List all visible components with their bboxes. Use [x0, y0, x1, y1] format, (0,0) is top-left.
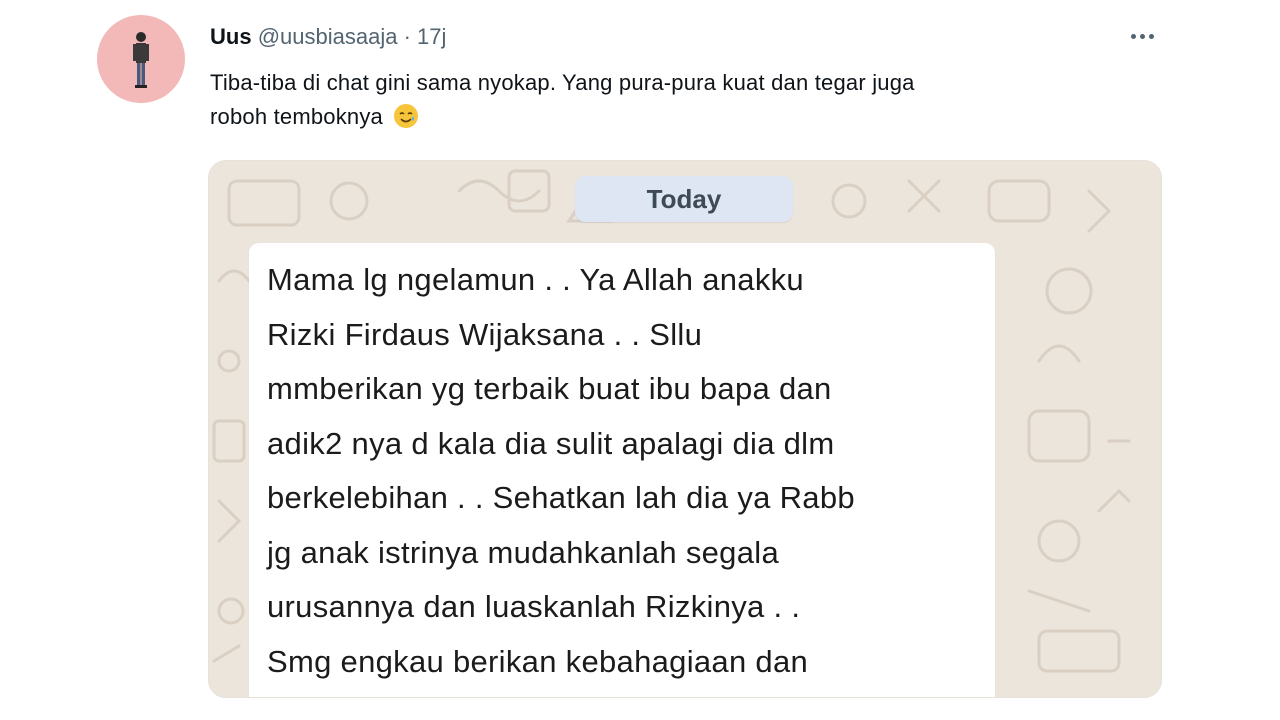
more-dot-icon [1139, 33, 1145, 39]
tweet-header: Uus @uusbiasaaja · 17j [210, 22, 446, 52]
date-chip: Today [575, 176, 793, 222]
message-line: mmberikan yg terbaik buat ibu bapa dan [267, 371, 832, 406]
tweet-text-line: roboh temboknya [210, 104, 383, 129]
more-dot-icon [1130, 33, 1136, 39]
author-handle[interactable]: @uusbiasaaja [258, 24, 398, 49]
separator-dot: · [403, 24, 411, 49]
message-bubble: Mama lg ngelamun . . Ya Allah anakku Riz… [249, 243, 995, 697]
message-line: jg anak istrinya mudahkanlah segala [267, 534, 779, 570]
message-text: Mama lg ngelamun . . Ya Allah anakku Riz… [267, 253, 987, 689]
message-line: Smg engkau berikan kebahagiaan dan [267, 643, 809, 679]
timestamp[interactable]: 17j [417, 24, 446, 49]
more-dot-icon [1148, 33, 1154, 39]
tweet-text-line: Tiba-tiba di chat gini sama nyokap. Yang… [210, 70, 915, 95]
message-line: urusannya dan luaskanlah Rizkinya . . [267, 589, 801, 624]
author-name[interactable]: Uus [210, 24, 252, 49]
message-line: Mama lg ngelamun . . Ya Allah anakku [267, 262, 804, 297]
smiling-face-with-tear-icon [393, 103, 419, 129]
tweet: Uus @uusbiasaaja · 17j Tiba-tiba di chat… [0, 0, 1280, 720]
more-options-button[interactable] [1124, 24, 1160, 48]
message-line: berkelebihan . . Sehatkan lah dia ya Rab… [267, 480, 855, 515]
message-line: adik2 nya d kala dia sulit apalagi dia d… [267, 425, 835, 461]
attached-image[interactable]: Today Mama lg ngelamun . . Ya Allah anak… [208, 160, 1162, 698]
avatar[interactable] [97, 15, 185, 103]
tweet-text: Tiba-tiba di chat gini sama nyokap. Yang… [210, 66, 1130, 134]
person-figure-icon [133, 32, 149, 88]
message-line: Rizki Firdaus Wijaksana . . Sllu [267, 316, 703, 352]
